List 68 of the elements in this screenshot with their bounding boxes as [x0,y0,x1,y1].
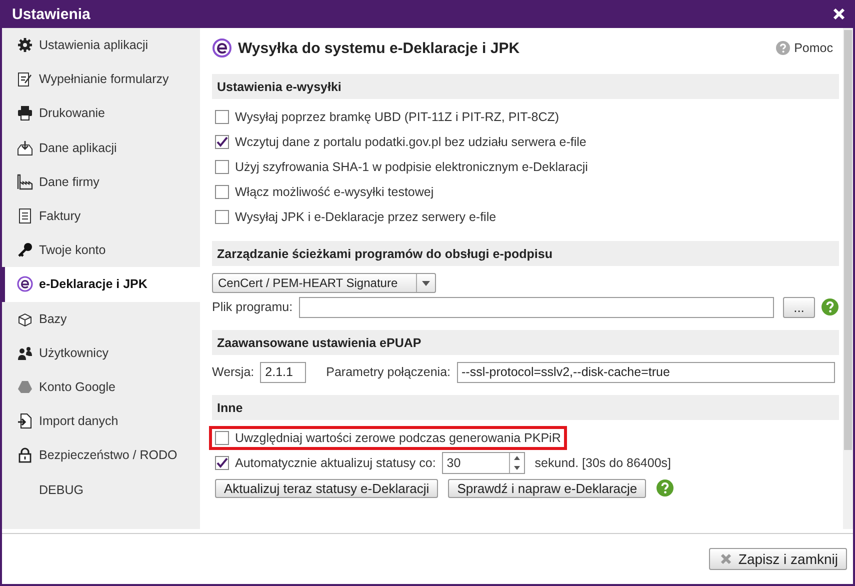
sidebar-item[interactable]: Użytkownicy [2,336,200,370]
e-logo-icon [212,38,232,58]
checkbox[interactable] [215,431,229,445]
help-link[interactable]: Pomoc [776,41,833,55]
window-title: Ustawienia [12,6,90,22]
input-field[interactable] [298,296,774,318]
sidebar-item[interactable]: Bezpieczeństwo / RODO [2,438,200,472]
section-header: Ustawienia e-wysyłki [212,74,839,99]
scrollbar[interactable] [843,28,853,529]
caret-icon [422,280,430,286]
unit-text: sekund. [30s do 86400s] [534,456,672,470]
sidebar-item[interactable]: Dane firmy [2,164,200,199]
inbox-download-icon [18,140,32,156]
checkbox-label: Użyj szyfrowania SHA-1 w podpisie elektronicznym e-Deklaracji [235,160,588,174]
checkbox[interactable] [215,210,229,224]
field-label: Wersja: [212,365,254,379]
sidebar-item[interactable]: DEBUG [2,472,200,507]
sidebar-item[interactable]: Import danych [2,404,200,438]
section-header: Zaawansowane ustawienia ePUAP [212,330,839,355]
sidebar-item[interactable]: e-Deklaracje i JPK [2,267,200,302]
checkbox-label: Automatycznie aktualizuj statusy co: [235,456,436,470]
checkbox-label: Wysyłaj JPK i e-Deklaracje przez serwery e-file [235,210,496,224]
save-close-button[interactable]: Zapisz i zamknij [709,548,847,570]
program-dropdown[interactable]: CenCert / PEM-HEART Signature [212,273,436,293]
checkbox[interactable] [215,456,229,470]
e-logo-icon [17,276,33,292]
help-icon[interactable] [656,479,674,497]
sidebar-item[interactable]: Faktury [2,198,200,234]
checkbox[interactable] [215,135,229,149]
help-icon [776,41,790,55]
browse-button[interactable]: ... [783,296,815,318]
sidebar-item[interactable]: Twoje konto [2,233,200,268]
form-edit-icon [18,72,32,87]
input-field[interactable]: --ssl-protocol=sslv2,--disk-cache=true [456,362,835,382]
field-label: Parametry połączenia: [326,365,451,379]
box-icon [18,313,32,326]
checkbox[interactable] [215,185,229,199]
sidebar-item[interactable]: Konto Google [2,370,200,404]
checkbox[interactable] [215,110,229,124]
section-header: Inne [212,395,839,420]
sidebar-item[interactable]: Bazy [2,302,200,336]
help-icon[interactable] [821,298,839,316]
padlock-icon [18,448,32,464]
sidebar-item[interactable]: Ustawienia aplikacji [2,28,200,62]
checkbox[interactable] [215,160,229,174]
field-label: Plik programu: [212,300,293,314]
number-spinner[interactable]: 30 [442,452,525,474]
gear-icon [17,37,33,54]
sidebar-item[interactable]: Wypełnianie formularzy [2,62,200,96]
printer-icon [18,106,32,121]
section-header: Zarządzanie ścieżkami programów do obsługi e-podpisu [212,241,839,266]
input-field[interactable]: 2.1.1 [260,362,306,382]
users-icon [18,346,32,360]
action-button[interactable]: Aktualizuj teraz statusy e-Deklaracji [215,478,438,498]
action-button[interactable]: Sprawdź i napraw e-Deklaracje [448,478,646,498]
close-icon [720,553,732,565]
factory-icon [17,174,33,190]
import-icon [17,414,32,429]
sidebar-item[interactable]: Dane aplikacji [2,130,200,165]
checkbox-label: Wczytuj dane z portalu podatki.gov.pl bez udziału serwera e-file [235,135,586,149]
close-icon[interactable] [833,8,845,20]
document-icon [19,208,31,224]
checkbox-label: Uwzględniaj wartości zerowe podczas generowania PKPiR [235,431,561,445]
sidebar-item[interactable]: Drukowanie [2,96,200,131]
checkbox-label: Włącz możliwość e-wysyłki testowej [235,185,434,199]
page-title: Wysyłka do systemu e-Deklaracje i JPK [238,40,520,56]
key-icon [18,243,32,258]
checkbox-label: Wysyłaj poprzez bramkę UBD (PIT-11Z i PIT-RZ, PIT-8CZ) [235,110,560,124]
